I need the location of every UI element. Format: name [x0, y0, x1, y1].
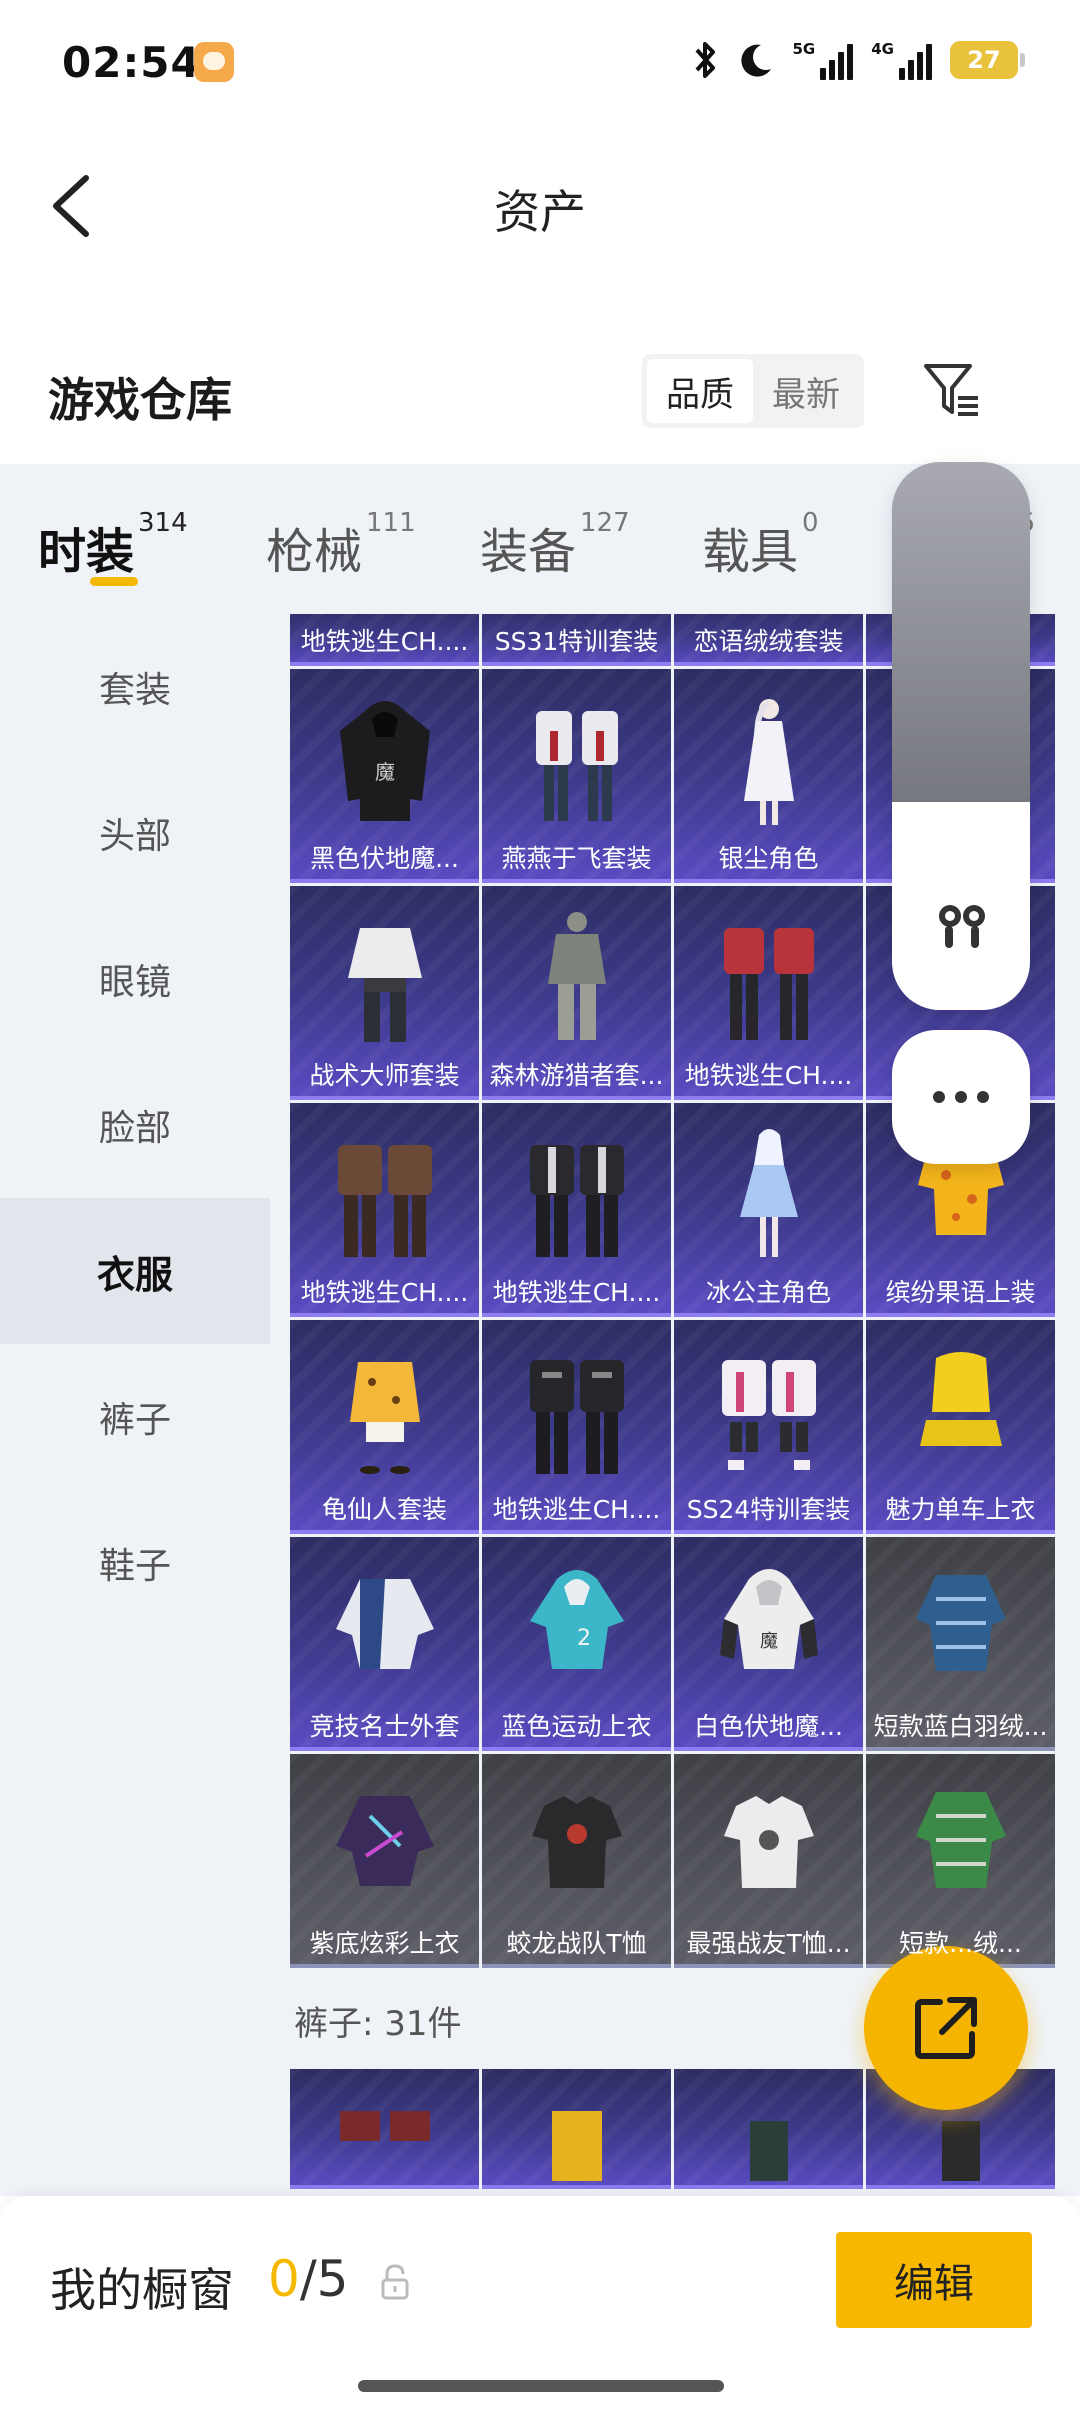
- item-card[interactable]: 短款...绒...: [866, 1754, 1055, 1968]
- item-card[interactable]: 冰公主角色: [674, 1103, 863, 1317]
- status-icons: 5G 4G 27: [691, 40, 1025, 80]
- outfit-art: [337, 1145, 432, 1257]
- lock-icon: [381, 2264, 409, 2300]
- more-dots-icon: [933, 1091, 989, 1103]
- sidebar-item-pants[interactable]: 裤子: [0, 1344, 270, 1490]
- jacket-art: [335, 1579, 434, 1669]
- earbuds-icon[interactable]: [930, 892, 994, 956]
- pants-art: [339, 2111, 430, 2141]
- sidebar-item-sets[interactable]: 套装: [0, 614, 270, 760]
- active-tab-indicator: [90, 577, 138, 586]
- item-card[interactable]: 地铁逃生CH....: [482, 1320, 671, 1534]
- item-card[interactable]: 2 蓝色运动上衣: [482, 1537, 671, 1751]
- shirt-art: [919, 1352, 1002, 1446]
- item-card[interactable]: [674, 2069, 863, 2189]
- outfit-art: [723, 928, 814, 1040]
- hoodie-art: 魔: [339, 701, 430, 821]
- item-card[interactable]: [482, 2069, 671, 2189]
- pants-art: [551, 2111, 602, 2181]
- item-card[interactable]: 地铁逃生CH....: [482, 1103, 671, 1317]
- tshirt-art: [723, 1796, 814, 1888]
- item-card[interactable]: 恋语绒绒套装: [674, 614, 863, 666]
- tab-firearms[interactable]: 枪械111: [266, 508, 416, 582]
- grid-row: 紫底炫彩上衣 蛟龙战队T恤 最强战友T恤... 短款...绒...: [290, 1754, 1060, 1968]
- share-icon: [915, 1997, 977, 2059]
- battery-indicator: 27: [950, 41, 1025, 79]
- sidebar-item-shoes[interactable]: 鞋子: [0, 1490, 270, 1636]
- tshirt-art: [531, 1796, 622, 1888]
- item-card[interactable]: 燕燕于飞套装: [482, 669, 671, 883]
- grid-row: 龟仙人套装 地铁逃生CH.... SS24特训套装 魅力单车上衣: [290, 1320, 1060, 1534]
- item-card[interactable]: 紫底炫彩上衣: [290, 1754, 479, 1968]
- status-bar: 02:54 5G 4G 27: [0, 0, 1080, 120]
- item-card[interactable]: 森林游猎者套...: [482, 886, 671, 1100]
- page-title: 资产: [494, 185, 586, 239]
- moon-icon: [740, 44, 771, 77]
- warehouse-title: 游戏仓库: [48, 373, 232, 427]
- item-card[interactable]: 地铁逃生CH....: [290, 1103, 479, 1317]
- outfit-art: [529, 1145, 624, 1257]
- tab-equipment[interactable]: 装备127: [480, 508, 630, 582]
- item-card[interactable]: 银尘角色: [674, 669, 863, 883]
- sort-toggle: 品质 最新: [642, 354, 864, 428]
- outfit-art: [721, 1360, 816, 1470]
- item-card[interactable]: 魔黑色伏地魔...: [290, 669, 479, 883]
- hoodie-art: 2: [529, 1570, 624, 1669]
- hoodie-art: 魔: [719, 1569, 818, 1669]
- share-button[interactable]: [864, 1946, 1028, 2110]
- jacket-art: [915, 1792, 1006, 1888]
- svg-text:2: 2: [577, 1626, 591, 1651]
- item-card[interactable]: 地铁逃生CH....: [290, 614, 479, 666]
- tab-fashion[interactable]: 时装314: [38, 508, 188, 582]
- outfit-art: [347, 928, 422, 1042]
- edit-button[interactable]: 编辑: [836, 2232, 1032, 2328]
- sidebar-item-head[interactable]: 头部: [0, 760, 270, 906]
- home-indicator[interactable]: [358, 2380, 724, 2392]
- outfit-art: [349, 1362, 420, 1474]
- bluetooth-icon: [695, 42, 715, 78]
- item-card[interactable]: SS31特训套装: [482, 614, 671, 666]
- sidebar-item-clothes[interactable]: 衣服: [0, 1198, 270, 1344]
- grid-row: 竞技名士外套 2 蓝色运动上衣 魔白色伏地魔... 短款蓝白羽绒...: [290, 1537, 1060, 1751]
- showcase-label: 我的橱窗: [50, 2263, 234, 2317]
- sidebar-item-glasses[interactable]: 眼镜: [0, 906, 270, 1052]
- pants-art: [749, 2121, 788, 2181]
- volume-panel[interactable]: [892, 462, 1030, 1010]
- item-card[interactable]: 短款蓝白羽绒...: [866, 1537, 1055, 1751]
- item-card[interactable]: SS24特训套装: [674, 1320, 863, 1534]
- signal-4g-icon: 4G: [871, 40, 932, 80]
- character-art: [739, 1129, 798, 1257]
- showcase-count: 0/5: [268, 2250, 349, 2308]
- item-card[interactable]: 蛟龙战队T恤: [482, 1754, 671, 1968]
- item-card[interactable]: 魔白色伏地魔...: [674, 1537, 863, 1751]
- character-art: [743, 699, 794, 825]
- item-card[interactable]: 地铁逃生CH....: [674, 886, 863, 1100]
- volume-slider[interactable]: [892, 462, 1030, 802]
- outfit-art: [535, 711, 618, 821]
- item-card[interactable]: 魅力单车上衣: [866, 1320, 1055, 1534]
- item-card[interactable]: 竞技名士外套: [290, 1537, 479, 1751]
- item-card[interactable]: 龟仙人套装: [290, 1320, 479, 1534]
- outfit-art: [547, 912, 606, 1040]
- item-card[interactable]: 战术大师套装: [290, 886, 479, 1100]
- status-time: 02:54: [62, 38, 201, 87]
- app-notification-icon: [194, 42, 234, 82]
- item-card[interactable]: [290, 2069, 479, 2189]
- tab-vehicles[interactable]: 载具0: [702, 508, 819, 582]
- jacket-art: [335, 1796, 434, 1886]
- signal-5g-icon: 5G: [793, 40, 854, 80]
- more-options-button[interactable]: [892, 1030, 1030, 1164]
- sort-newest-button[interactable]: 最新: [753, 359, 859, 423]
- sidebar-item-face[interactable]: 脸部: [0, 1052, 270, 1198]
- subcategory-sidebar: 套装 头部 眼镜 脸部 衣服 裤子 鞋子: [0, 614, 270, 2196]
- outfit-art: [529, 1360, 624, 1474]
- jacket-art: [915, 1575, 1006, 1671]
- filter-icon[interactable]: [920, 358, 984, 422]
- item-card[interactable]: 最强战友T恤...: [674, 1754, 863, 1968]
- svg-text:魔: 魔: [375, 760, 395, 784]
- svg-text:魔: 魔: [760, 1631, 778, 1652]
- sort-quality-button[interactable]: 品质: [647, 359, 753, 423]
